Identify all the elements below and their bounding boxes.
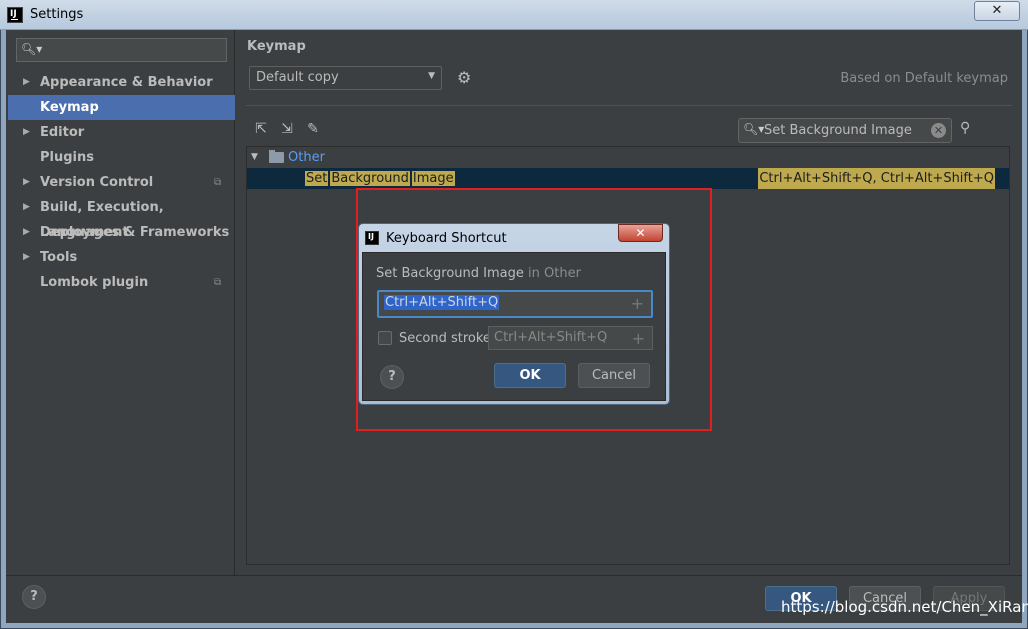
- keymap-search-input[interactable]: 🔍︎▾ Set Background Image ✕: [738, 118, 952, 143]
- expand-arrow-icon[interactable]: ▶: [23, 70, 30, 95]
- second-stroke-checkbox[interactable]: [378, 331, 392, 345]
- intellij-logo-icon: IJ: [365, 231, 379, 245]
- title-bar: IJ Settings ✕: [0, 0, 1028, 30]
- keymap-search-value: Set Background Image: [764, 123, 912, 138]
- sidebar-item-editor[interactable]: ▶ Editor: [8, 120, 235, 145]
- chevron-down-icon: ▼: [428, 71, 435, 81]
- dialog-action-name: Set Background Image: [376, 266, 524, 281]
- sidebar-item-label: Lombok plugin: [40, 275, 149, 290]
- sidebar-item-languages-frameworks[interactable]: ▶ Languages & Frameworks: [8, 220, 235, 245]
- sidebar-item-keymap[interactable]: Keymap: [8, 95, 235, 120]
- dialog-help-button[interactable]: ?: [380, 365, 404, 389]
- window-title: Settings: [30, 7, 84, 22]
- expand-arrow-icon[interactable]: ▶: [23, 245, 30, 270]
- tree-row-action[interactable]: Set Background Image Ctrl+Alt+Shift+Q, Ctr…: [247, 168, 1009, 189]
- expand-all-icon[interactable]: ⇱: [251, 119, 271, 139]
- tree-category-label: Other: [288, 150, 325, 165]
- second-stroke-label: Second stroke:: [399, 331, 496, 346]
- action-name: Set Background Image: [305, 168, 457, 189]
- plus-icon: +: [630, 294, 644, 313]
- sidebar-item-label: Editor: [40, 125, 85, 140]
- match-highlight: Image: [411, 171, 455, 186]
- sidebar-item-version-control[interactable]: ▶ Version Control ⧉: [8, 170, 235, 195]
- dialog-action-group: in Other: [528, 266, 581, 281]
- find-by-shortcut-icon[interactable]: ⚲: [960, 120, 970, 136]
- sidebar-item-label: Plugins: [40, 150, 94, 165]
- sidebar-item-label: Languages & Frameworks: [40, 225, 230, 240]
- second-stroke-value: Ctrl+Alt+Shift+Q: [494, 330, 608, 345]
- plus-icon: +: [631, 329, 645, 348]
- dialog-body: Set Background Image in Other Ctrl+Alt+S…: [362, 252, 666, 401]
- intellij-logo-icon: IJ: [7, 7, 23, 23]
- folder-icon: [269, 150, 284, 163]
- second-stroke-input[interactable]: Ctrl+Alt+Shift+Q +: [488, 326, 653, 350]
- divider: [246, 105, 1012, 106]
- project-scope-icon: ⧉: [214, 277, 222, 288]
- expand-arrow-icon[interactable]: ▶: [23, 220, 30, 245]
- sidebar-item-appearance-behavior[interactable]: ▶ Appearance & Behavior: [8, 70, 235, 95]
- window-close-button[interactable]: ✕: [974, 1, 1020, 21]
- sidebar-item-tools[interactable]: ▶ Tools: [8, 245, 235, 270]
- dialog-action-label: Set Background Image in Other: [376, 266, 581, 281]
- sidebar-item-label: Appearance & Behavior: [40, 75, 213, 90]
- sidebar-item-lombok-plugin[interactable]: Lombok plugin ⧉: [8, 270, 235, 295]
- search-icon: 🔍︎▾: [21, 42, 43, 56]
- action-shortcuts: Ctrl+Alt+Shift+Q, Ctrl+Alt+Shift+Q: [758, 168, 995, 189]
- dialog-title: Keyboard Shortcut: [386, 231, 507, 246]
- based-on-text: Based on Default keymap: [840, 71, 1008, 86]
- keyboard-shortcut-dialog: IJ Keyboard Shortcut ✕ Set Background Im…: [358, 223, 670, 405]
- first-stroke-value: Ctrl+Alt+Shift+Q: [384, 295, 500, 310]
- clear-search-icon[interactable]: ✕: [931, 123, 946, 138]
- gear-icon[interactable]: ⚙: [457, 68, 471, 87]
- expand-toggle-icon[interactable]: ▼: [251, 147, 258, 168]
- tree-row-category[interactable]: ▼ Other: [247, 147, 1009, 168]
- divider: [6, 575, 1022, 576]
- settings-sidebar: 🔍︎▾ ▶ Appearance & Behavior Keymap ▶ Editor P…: [6, 30, 235, 575]
- expand-arrow-icon[interactable]: ▶: [23, 170, 30, 195]
- search-icon: 🔍︎▾: [743, 122, 765, 136]
- match-highlight: Background: [330, 171, 410, 186]
- sidebar-item-label: Version Control: [40, 175, 154, 190]
- keymap-scheme-select[interactable]: Default copy ▼: [249, 66, 442, 90]
- edit-pencil-icon[interactable]: ✎: [303, 119, 323, 139]
- watermark-text: https://blog.csdn.net/Chen_XiRan: [781, 598, 1028, 616]
- keymap-scheme-value: Default copy: [256, 70, 339, 85]
- dialog-cancel-button[interactable]: Cancel: [578, 363, 650, 388]
- first-stroke-input[interactable]: Ctrl+Alt+Shift+Q +: [377, 290, 653, 318]
- collapse-all-icon[interactable]: ⇲: [277, 119, 297, 139]
- match-highlight: Set: [305, 171, 329, 186]
- sidebar-item-label: Tools: [40, 250, 78, 265]
- sidebar-item-build-execution-deployment[interactable]: ▶ Build, Execution, Deployment: [8, 195, 235, 240]
- page-title: Keymap: [247, 39, 306, 54]
- expand-arrow-icon[interactable]: ▶: [23, 120, 30, 145]
- dialog-close-button[interactable]: ✕: [618, 224, 663, 242]
- help-button[interactable]: ?: [22, 585, 46, 609]
- expand-arrow-icon[interactable]: ▶: [23, 195, 30, 220]
- sidebar-search-input[interactable]: 🔍︎▾: [16, 38, 227, 62]
- dialog-ok-button[interactable]: OK: [494, 363, 566, 388]
- sidebar-item-plugins[interactable]: Plugins: [8, 145, 235, 170]
- sidebar-item-label: Keymap: [40, 100, 99, 115]
- project-scope-icon: ⧉: [214, 177, 222, 188]
